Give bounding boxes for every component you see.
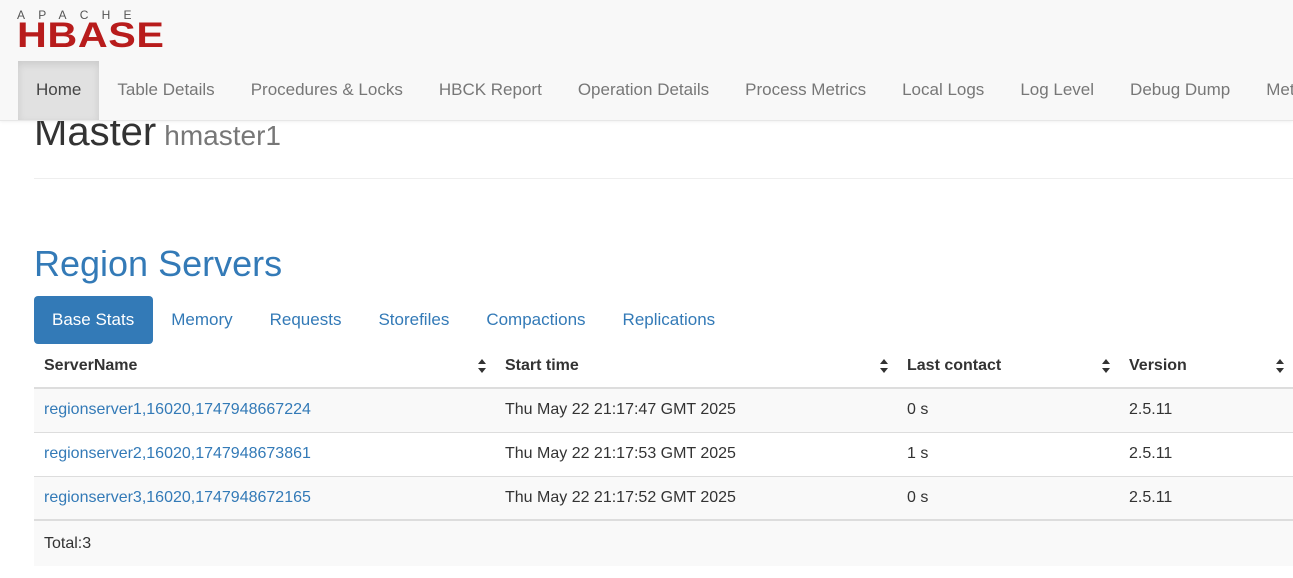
nav-item-log-level[interactable]: Log Level [1002, 61, 1112, 120]
column-header-label: Version [1129, 356, 1187, 374]
sort-icon [478, 359, 486, 373]
top-navbar: APACHE HBASE Home Table Details Procedur… [0, 0, 1293, 121]
server-link[interactable]: regionserver3,16020,1747948672165 [44, 489, 311, 506]
column-header-start-time[interactable]: Start time [495, 344, 897, 389]
tab-requests[interactable]: Requests [252, 296, 361, 344]
sort-icon [1102, 359, 1110, 373]
tab-compactions[interactable]: Compactions [468, 296, 604, 344]
column-header-label: Start time [505, 356, 579, 374]
server-link[interactable]: regionserver2,16020,1747948673861 [44, 445, 311, 462]
start-time-cell: Thu May 22 21:17:52 GMT 2025 [495, 475, 897, 520]
total-empty-cell [897, 519, 1119, 566]
server-name-cell: regionserver1,16020,1747948667224 [34, 387, 495, 432]
tab-memory[interactable]: Memory [153, 296, 251, 344]
table-header-row: ServerName Start time Last contact Versi… [34, 344, 1293, 389]
nav-item-process-metrics[interactable]: Process Metrics [727, 61, 884, 120]
total-empty-cell [1119, 519, 1293, 566]
column-header-label: Last contact [907, 356, 1002, 374]
total-empty-cell [495, 519, 897, 566]
nav-item-metrics[interactable]: Metri [1248, 61, 1293, 120]
server-name-cell: regionserver2,16020,1747948673861 [34, 431, 495, 476]
nav-item-procedures-locks[interactable]: Procedures & Locks [233, 61, 421, 120]
start-time-cell: Thu May 22 21:17:53 GMT 2025 [495, 431, 897, 476]
table-row: regionserver2,16020,1747948673861 Thu Ma… [34, 431, 1293, 476]
table-row: regionserver1,16020,1747948667224 Thu Ma… [34, 387, 1293, 432]
last-contact-cell: 0 s [897, 475, 1119, 520]
nav-item-table-details[interactable]: Table Details [99, 61, 232, 120]
column-header-servername[interactable]: ServerName [34, 344, 495, 389]
logo-hbase-text: HBASE [17, 16, 165, 55]
column-header-label: ServerName [44, 356, 138, 374]
hbase-logo[interactable]: APACHE HBASE [17, 9, 181, 55]
nav-item-local-logs[interactable]: Local Logs [884, 61, 1002, 120]
nav-item-operation-details[interactable]: Operation Details [560, 61, 727, 120]
version-cell: 2.5.11 [1119, 387, 1293, 432]
region-servers-table: ServerName Start time Last contact Versi… [34, 344, 1293, 566]
last-contact-cell: 1 s [897, 431, 1119, 476]
main-nav: Home Table Details Procedures & Locks HB… [18, 61, 1293, 120]
tab-storefiles[interactable]: Storefiles [360, 296, 468, 344]
nav-item-home[interactable]: Home [18, 61, 100, 120]
total-count: Total:3 [34, 519, 495, 566]
table-row: regionserver3,16020,1747948672165 Thu Ma… [34, 475, 1293, 520]
sort-icon [1276, 359, 1284, 373]
server-link[interactable]: regionserver1,16020,1747948667224 [44, 401, 311, 418]
server-name-cell: regionserver3,16020,1747948672165 [34, 475, 495, 520]
tab-base-stats[interactable]: Base Stats [34, 296, 154, 344]
master-hostname: hmaster1 [164, 120, 281, 151]
sort-icon [880, 359, 888, 373]
region-servers-heading: Region Servers [34, 243, 283, 284]
table-total-row: Total:3 [34, 519, 1293, 566]
last-contact-cell: 0 s [897, 387, 1119, 432]
start-time-cell: Thu May 22 21:17:47 GMT 2025 [495, 387, 897, 432]
column-header-last-contact[interactable]: Last contact [897, 344, 1119, 389]
nav-item-debug-dump[interactable]: Debug Dump [1112, 61, 1248, 120]
column-header-version[interactable]: Version [1119, 344, 1293, 389]
version-cell: 2.5.11 [1119, 475, 1293, 520]
nav-item-hbck-report[interactable]: HBCK Report [421, 61, 560, 120]
tab-replications[interactable]: Replications [605, 296, 735, 344]
region-servers-tabs: Base Stats Memory Requests Storefiles Co… [34, 296, 734, 344]
version-cell: 2.5.11 [1119, 431, 1293, 476]
